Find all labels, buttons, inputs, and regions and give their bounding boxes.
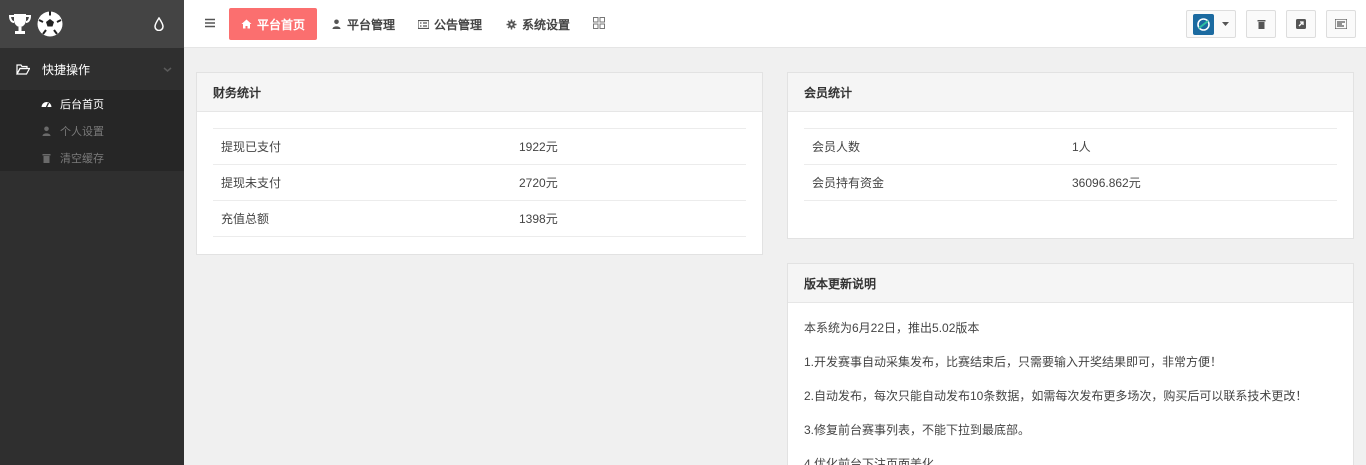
sidebar: 快捷操作 后台首页 个人设置 清空缓存	[0, 0, 184, 465]
external-link-button[interactable]	[1286, 10, 1316, 38]
stat-label: 提现未支付	[221, 176, 282, 190]
soccer-ball-logo-icon	[36, 10, 64, 38]
user-icon	[40, 125, 52, 137]
folder-open-icon	[16, 63, 30, 75]
caret-down-icon	[1222, 22, 1229, 26]
external-link-icon	[1296, 19, 1306, 29]
gear-icon	[506, 19, 517, 30]
trophy-logo-icon	[6, 10, 34, 38]
sidebar-item-profile[interactable]: 个人设置	[0, 117, 184, 144]
sidebar-item-clear-cache[interactable]: 清空缓存	[0, 144, 184, 171]
tab-label: 系统设置	[522, 17, 571, 32]
table-row: 提现已支付 1922元	[213, 129, 746, 165]
tab-platform-home[interactable]: 平台首页	[229, 8, 318, 40]
avatar	[1193, 13, 1214, 35]
table-row: 提现未支付 2720元	[213, 165, 746, 201]
changelog-line: 2.自动发布，每次只能自动发布10条数据，如需每次发布更多场次，购买后可以联系技…	[804, 389, 1308, 403]
stat-value: 36096.862元	[1072, 176, 1141, 190]
tab-label: 平台管理	[347, 17, 396, 32]
chevron-down-icon	[163, 63, 172, 77]
settings-panel-button[interactable]	[1326, 10, 1356, 38]
tab-platform-management[interactable]: 平台管理	[319, 8, 407, 40]
panel-title: 财务统计	[197, 73, 762, 112]
user-avatar-dropdown[interactable]	[1186, 10, 1236, 38]
changelog-line: 本系统为6月22日，推出5.02版本	[804, 321, 980, 335]
logo-bar	[0, 0, 184, 48]
user-icon	[331, 19, 342, 30]
stat-value: 1922元	[519, 140, 558, 154]
sidebar-group-label: 快捷操作	[42, 62, 91, 77]
list-icon	[418, 19, 429, 30]
member-stats-panel: 会员统计 会员人数 1人 会员持有资金 36096.862元	[787, 72, 1354, 239]
hamburger-menu-icon[interactable]	[204, 17, 216, 29]
sidebar-item-label: 个人设置	[60, 125, 104, 138]
table-row: 充值总额 1398元	[213, 201, 746, 237]
tab-system-settings[interactable]: 系统设置	[494, 8, 582, 40]
sidebar-group-quick-actions[interactable]: 快捷操作	[0, 48, 184, 90]
stat-value: 1398元	[519, 212, 558, 226]
member-stats-table: 会员人数 1人 会员持有资金 36096.862元	[804, 128, 1337, 201]
top-navbar: 平台首页 平台管理 公告管理 系统设置	[184, 0, 1366, 48]
sliders-icon	[1335, 19, 1347, 29]
table-row: 会员持有资金 36096.862元	[804, 165, 1337, 201]
panel-title: 版本更新说明	[788, 264, 1353, 303]
sidebar-item-label: 后台首页	[60, 98, 104, 111]
trash-icon	[40, 152, 52, 164]
theme-drop-icon[interactable]	[152, 16, 166, 32]
changelog-line: 4.优化前台下注页面美化	[804, 457, 935, 465]
stat-label: 提现已支付	[221, 140, 282, 154]
stat-label: 会员持有资金	[812, 176, 885, 190]
sidebar-item-label: 清空缓存	[60, 152, 104, 165]
trash-icon	[1257, 19, 1266, 29]
panel-title: 会员统计	[788, 73, 1353, 112]
tab-label: 平台首页	[257, 17, 306, 32]
stat-value: 1人	[1072, 140, 1091, 154]
sidebar-submenu: 后台首页 个人设置 清空缓存	[0, 90, 184, 171]
tab-label: 公告管理	[434, 17, 483, 32]
clear-cache-button[interactable]	[1246, 10, 1276, 38]
sidebar-item-dashboard[interactable]: 后台首页	[0, 90, 184, 117]
tab-notice-management[interactable]: 公告管理	[406, 8, 494, 40]
stat-value: 2720元	[519, 176, 558, 190]
finance-stats-table: 提现已支付 1922元 提现未支付 2720元 充值总额 1398元	[213, 128, 746, 237]
stat-label: 会员人数	[812, 140, 861, 154]
dashboard-icon	[40, 98, 52, 110]
app-grid-icon[interactable]	[593, 17, 605, 29]
changelog-line: 3.修复前台赛事列表，不能下拉到最底部。	[804, 423, 1031, 437]
home-icon	[241, 19, 252, 30]
changelog-notes: 本系统为6月22日，推出5.02版本 1.开发赛事自动采集发布，比赛结束后，只需…	[788, 303, 1353, 465]
stat-label: 充值总额	[221, 212, 270, 226]
finance-stats-panel: 财务统计 提现已支付 1922元 提现未支付 2720元 充值总额 1398元	[196, 72, 763, 255]
changelog-panel: 版本更新说明 本系统为6月22日，推出5.02版本 1.开发赛事自动采集发布，比…	[787, 263, 1354, 465]
table-row: 会员人数 1人	[804, 129, 1337, 165]
changelog-line: 1.开发赛事自动采集发布，比赛结束后，只需要输入开奖结果即可，非常方便！	[804, 355, 1223, 369]
